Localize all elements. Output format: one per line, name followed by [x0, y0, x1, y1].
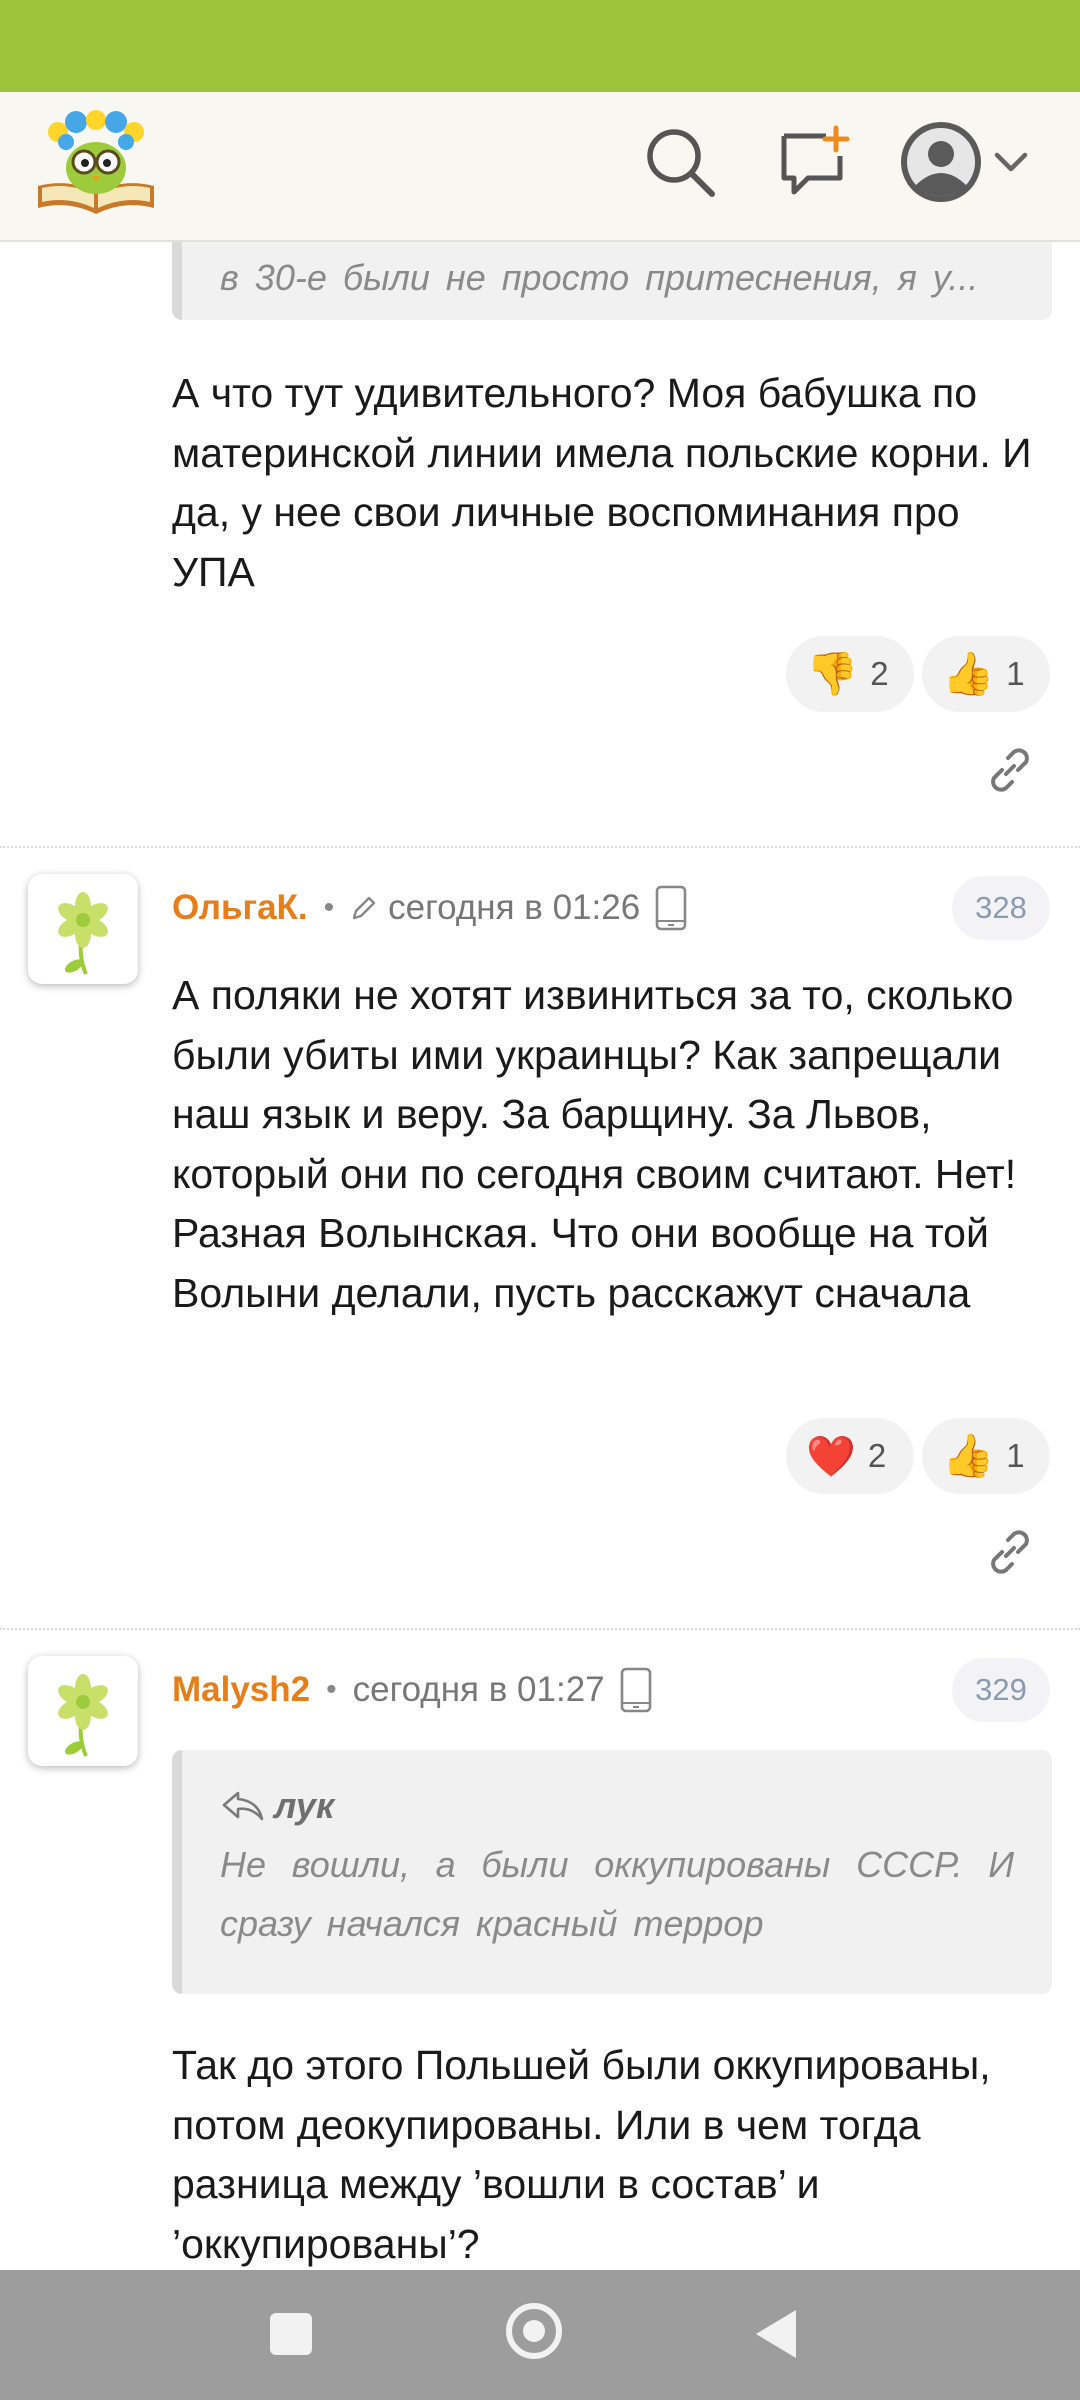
reaction-thumbs-up[interactable]: 👍 1	[922, 1418, 1050, 1494]
avatar[interactable]	[28, 874, 138, 984]
link-icon[interactable]	[980, 740, 1040, 800]
system-navigation-bar	[0, 2270, 1080, 2400]
quote-text: в 30-е были не просто притеснения, я у..…	[220, 257, 979, 298]
timestamp: сегодня в 01:27	[352, 1670, 605, 1709]
avatar[interactable]	[28, 1656, 138, 1766]
triangle-back-icon[interactable]	[756, 2310, 796, 2358]
reaction-heart[interactable]: ❤️ 2	[786, 1418, 914, 1494]
reaction-count: 1	[1006, 1437, 1025, 1474]
comment-number-badge[interactable]: 328	[952, 876, 1050, 940]
quote-block: лук Не вошли, а были оккупированы СССР. …	[172, 1750, 1052, 1994]
reaction-thumbs-down[interactable]: 👎 2	[786, 636, 914, 712]
reaction-thumbs-up[interactable]: 👍 1	[922, 636, 1050, 712]
comment-text: Так до этого Польшей были оккупированы, …	[172, 2042, 991, 2267]
search-icon[interactable]	[636, 118, 724, 206]
comments-feed: в 30-е были не просто притеснения, я у..…	[0, 240, 1080, 2270]
separator-dot: •	[323, 891, 335, 924]
comment-text: А что тут удивительного? Моя бабушка по …	[172, 370, 1032, 595]
avatar-icon[interactable]	[896, 118, 986, 206]
separator-dot: •	[326, 1673, 337, 1706]
reaction-count: 2	[870, 655, 889, 692]
reaction-count: 1	[1006, 655, 1025, 692]
quote-author-name: лук	[274, 1785, 335, 1826]
thumbs-down-icon: 👎	[806, 649, 859, 697]
quote-text: Не вошли, а были оккупированы СССР. И ср…	[220, 1844, 1014, 1944]
add-comment-icon[interactable]	[770, 118, 858, 206]
comment-divider	[0, 846, 1080, 848]
thumbs-up-icon: 👍	[942, 1431, 995, 1479]
timestamp: сегодня в 01:26	[388, 888, 641, 927]
comment-text: А поляки не хотят извиниться за то, скол…	[172, 972, 1017, 1316]
link-icon[interactable]	[980, 1522, 1040, 1582]
status-bar	[0, 0, 1080, 92]
mobile-device-icon	[654, 885, 688, 931]
reaction-count: 2	[867, 1437, 887, 1474]
comment-number-badge[interactable]: 329	[952, 1658, 1050, 1722]
quote-author[interactable]: лук	[220, 1776, 1014, 1835]
heart-icon: ❤️	[806, 1434, 856, 1479]
comment-meta: ОльгаК. • сегодня в 01:26	[172, 878, 688, 938]
username[interactable]: ОльгаК.	[172, 888, 308, 928]
circle-home-icon[interactable]	[506, 2303, 562, 2359]
quote-block: в 30-е были не просто притеснения, я у..…	[172, 240, 1052, 320]
app-header	[0, 92, 1080, 242]
mobile-device-icon	[619, 1667, 653, 1713]
chevron-down-icon[interactable]	[986, 118, 1036, 206]
thumbs-up-icon: 👍	[942, 649, 995, 697]
book-owl-logo-icon[interactable]	[34, 108, 158, 220]
square-recents-icon[interactable]	[270, 2313, 312, 2355]
comment-meta: Malysh2 • сегодня в 01:27	[172, 1660, 653, 1720]
reply-arrow-icon	[220, 1789, 266, 1823]
edit-pencil-icon	[350, 894, 378, 922]
comment-divider	[0, 1628, 1080, 1630]
username[interactable]: Malysh2	[172, 1670, 310, 1710]
